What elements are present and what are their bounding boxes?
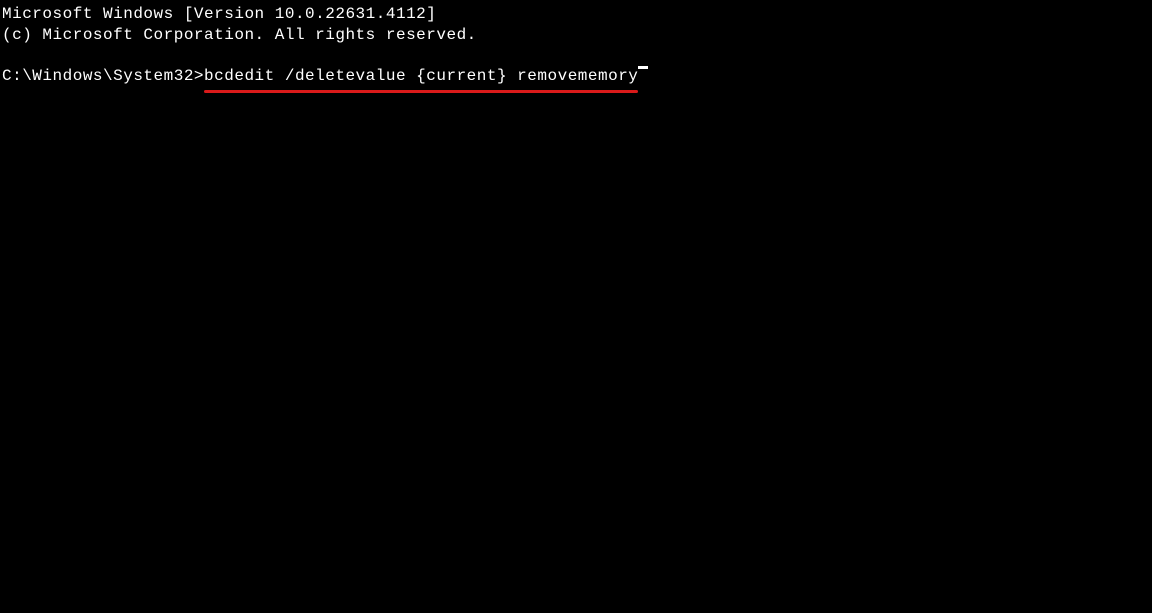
version-line: Microsoft Windows [Version 10.0.22631.41… <box>2 4 1150 25</box>
blank-line <box>2 46 1150 66</box>
cursor-icon <box>638 66 648 69</box>
copyright-line: (c) Microsoft Corporation. All rights re… <box>2 25 1150 46</box>
command-text: bcdedit /deletevalue {current} removemem… <box>204 67 638 85</box>
command-input-wrap[interactable]: bcdedit /deletevalue {current} removemem… <box>204 66 638 87</box>
prompt-path: C:\Windows\System32> <box>2 66 204 87</box>
annotation-underline <box>204 90 638 93</box>
command-prompt-line[interactable]: C:\Windows\System32>bcdedit /deletevalue… <box>2 66 1150 87</box>
